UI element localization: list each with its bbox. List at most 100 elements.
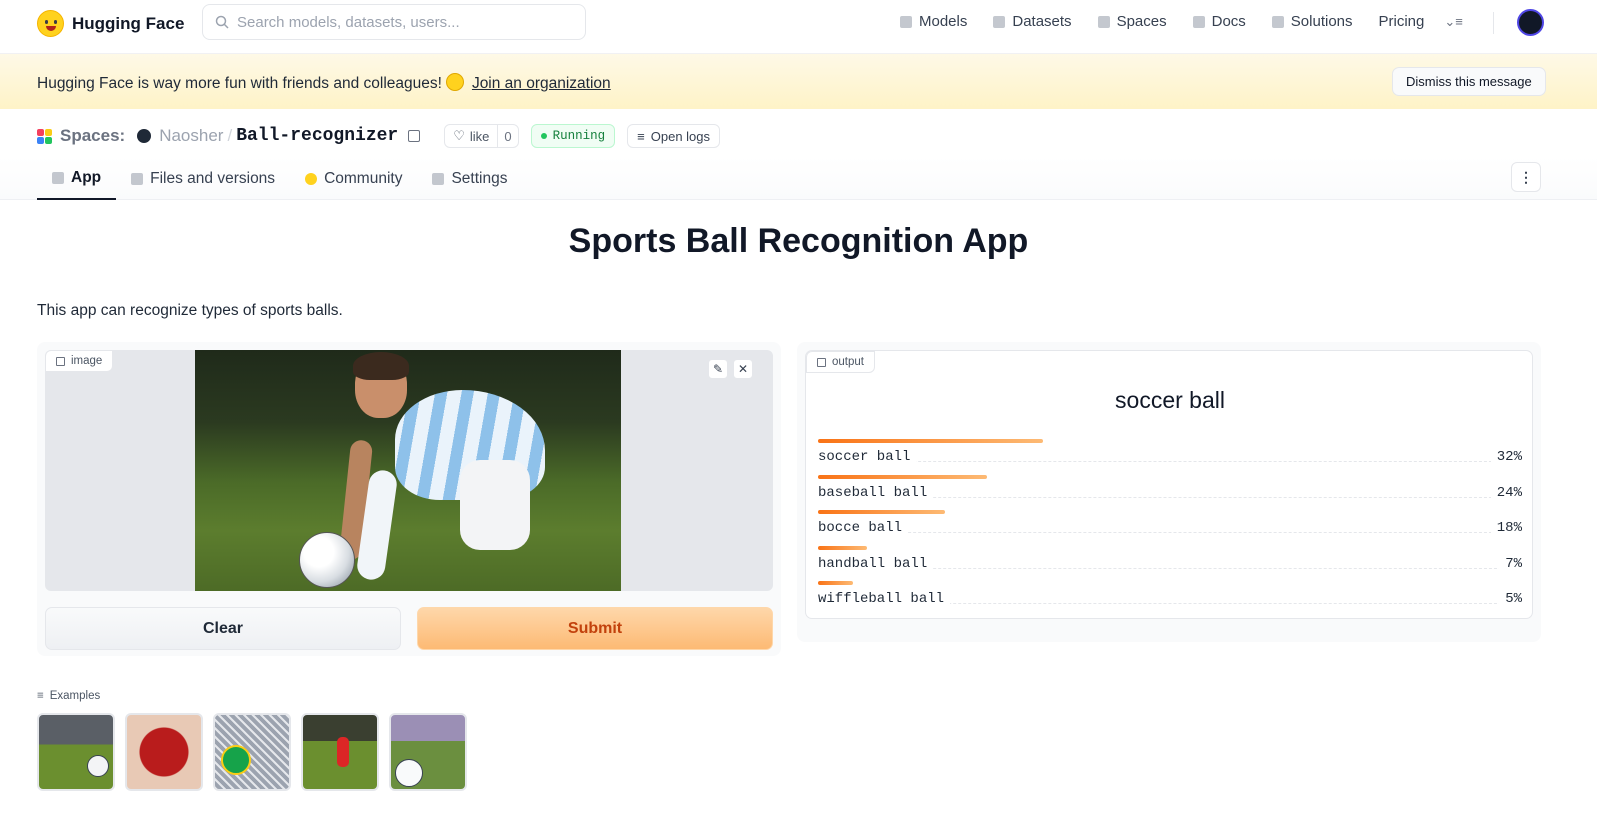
output-panel: output soccer ball soccer ball 32% baseba… [797, 342, 1541, 642]
user-avatar[interactable] [1517, 9, 1544, 36]
confidence-bar [818, 439, 1043, 443]
like-count: 0 [497, 125, 517, 147]
clear-button[interactable]: Clear [45, 607, 401, 650]
examples-gallery [37, 713, 467, 791]
nav-models-label: Models [919, 13, 968, 30]
banner-message: Hugging Face is way more fun with friend… [37, 73, 611, 93]
top-nav: Hugging Face Models Datasets Spaces Docs… [0, 0, 1597, 54]
confidence-bar [818, 474, 987, 479]
repo-name[interactable]: Ball-recognizer [236, 126, 398, 146]
output-label-text: output [832, 356, 864, 368]
uploaded-photo [195, 350, 621, 591]
tab-community-label: Community [324, 169, 403, 187]
community-icon [305, 172, 318, 185]
confidence-label: soccer ball [818, 449, 917, 465]
edit-icon[interactable]: ✎ [708, 359, 728, 379]
confidence-row: wiffleball ball 5% [818, 581, 1522, 617]
confidence-value: 5% [1499, 591, 1522, 607]
confidence-bar [818, 581, 853, 585]
app-description: This app can recognize types of sports b… [37, 302, 343, 319]
image-block-label: image [45, 350, 114, 372]
nav-solutions-label: Solutions [1290, 13, 1353, 30]
example-thumbnail[interactable] [37, 713, 115, 791]
close-icon[interactable]: ✕ [733, 359, 753, 379]
image-icon [56, 356, 65, 366]
examples-heading: ≡ Examples [37, 690, 100, 702]
search-icon [215, 15, 229, 29]
list-icon: ≡ [37, 690, 44, 702]
nav-models[interactable]: Models [900, 13, 967, 30]
status-text: Running [552, 129, 606, 143]
confidence-bar [818, 510, 945, 514]
dismiss-button[interactable]: Dismiss this message [1392, 67, 1546, 96]
label-output: output soccer ball soccer ball 32% baseba… [805, 350, 1533, 619]
output-block-label: output [806, 351, 875, 373]
gear-icon [432, 172, 445, 185]
confidence-value: 24% [1490, 484, 1522, 501]
spaces-label: Spaces: [60, 126, 126, 145]
nav-pricing-label: Pricing [1378, 13, 1425, 30]
space-header: Spaces: Naosher / Ball-recognizer ♡ like … [37, 124, 721, 148]
tab-bar: App Files and versions Community Setting… [0, 157, 1597, 200]
nav-docs[interactable]: Docs [1192, 13, 1246, 30]
app-title: Sports Ball Recognition App [568, 222, 1029, 260]
copy-icon[interactable] [408, 130, 421, 142]
submit-button[interactable]: Submit [417, 607, 773, 650]
nav-spaces[interactable]: Spaces [1097, 13, 1167, 30]
more-menu-icon[interactable]: ⌄≡ [1444, 14, 1462, 30]
nav-datasets-label: Datasets [1012, 13, 1072, 30]
tab-app[interactable]: App [37, 157, 117, 200]
confidence-bar [818, 545, 867, 550]
tab-settings-label: Settings [451, 169, 508, 187]
banner-text: Hugging Face is way more fun with friend… [37, 75, 442, 92]
solutions-icon [1271, 15, 1284, 28]
confidence-label: wiffleball ball [818, 591, 951, 607]
confidence-label: bocce ball [818, 520, 909, 536]
open-logs-button[interactable]: ≡ Open logs [627, 124, 721, 148]
tab-files-label: Files and versions [150, 169, 276, 187]
nav-spaces-label: Spaces [1116, 13, 1167, 30]
heart-icon: ♡ [453, 128, 465, 143]
spaces-icon [1097, 15, 1110, 28]
tab-community[interactable]: Community [290, 157, 417, 200]
confidence-label: baseball ball [818, 484, 934, 501]
tab-app-label: App [71, 168, 102, 186]
owner-avatar [137, 129, 152, 143]
example-thumbnail[interactable] [125, 713, 203, 791]
nav-solutions[interactable]: Solutions [1271, 13, 1353, 30]
tab-files[interactable]: Files and versions [116, 157, 290, 200]
example-thumbnail[interactable] [301, 713, 379, 791]
confidence-value: 32% [1490, 449, 1522, 465]
confidence-list: soccer ball 32% baseball ball 24% bocce ba… [818, 439, 1522, 617]
hugging-emoji-icon [445, 73, 464, 91]
image-input[interactable]: image ✎ ✕ [45, 350, 773, 591]
hugging-face-logo-icon [37, 10, 64, 37]
confidence-value: 7% [1499, 555, 1522, 572]
status-badge: Running [530, 124, 616, 148]
confidence-label: handball ball [818, 555, 934, 572]
nav-datasets[interactable]: Datasets [993, 13, 1072, 30]
confidence-row: baseball ball 24% [818, 474, 1522, 511]
open-logs-label: Open logs [650, 128, 711, 144]
search-input[interactable] [237, 13, 567, 31]
brand-name: Hugging Face [72, 13, 185, 33]
join-org-link[interactable]: Join an organization [472, 75, 611, 92]
example-thumbnail[interactable] [389, 713, 467, 791]
owner-link[interactable]: Naosher [159, 126, 223, 146]
confidence-value: 18% [1490, 520, 1522, 536]
like-button[interactable]: ♡ like 0 [444, 124, 519, 148]
files-icon [131, 172, 144, 185]
brand-link[interactable]: Hugging Face [37, 10, 184, 37]
app-icon [52, 171, 64, 184]
nav-divider [1493, 12, 1494, 34]
tab-settings[interactable]: Settings [417, 157, 522, 200]
example-thumbnail[interactable] [213, 713, 291, 791]
status-dot-icon [540, 133, 547, 139]
nav-pricing[interactable]: Pricing [1379, 13, 1425, 30]
more-options-button[interactable]: ⋮ [1511, 162, 1541, 192]
soccer-ball-image [299, 532, 355, 588]
docs-icon [1192, 15, 1205, 28]
nav-links: Models Datasets Spaces Docs Solutions Pr… [900, 13, 1463, 30]
image-label-text: image [71, 355, 103, 367]
search-box[interactable] [202, 4, 586, 40]
